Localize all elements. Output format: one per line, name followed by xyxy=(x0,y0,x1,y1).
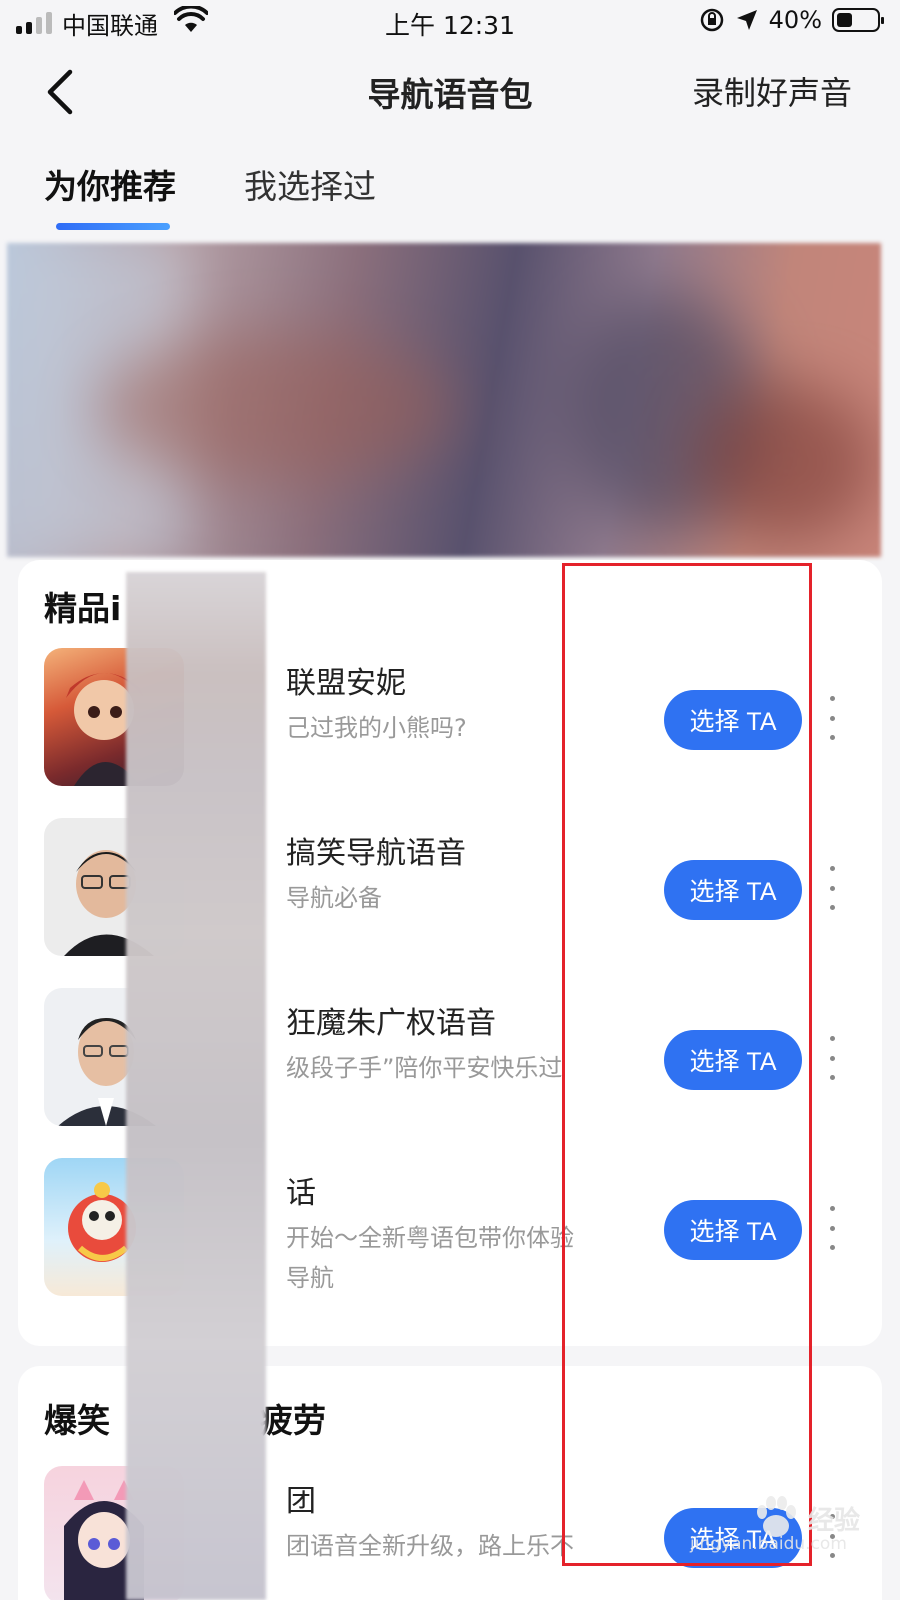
tab-label: 我选择过 xyxy=(244,167,376,206)
annotation-highlight-box xyxy=(562,563,812,1566)
section-title: 精品i xyxy=(44,589,122,628)
watermark-text: 经验 xyxy=(808,1506,861,1536)
privacy-blur-strip xyxy=(126,572,266,1600)
item-title: 联盟安妮 xyxy=(286,666,406,701)
item-title: 团 xyxy=(286,1484,316,1519)
status-bar: 中国联通 上午 12:31 40% xyxy=(0,0,900,46)
more-options-icon[interactable] xyxy=(822,1206,842,1250)
record-voice-button[interactable]: 录制好声音 xyxy=(692,68,852,114)
battery-fill xyxy=(837,13,852,27)
nav-bar: 导航语音包 录制好声音 xyxy=(0,60,900,120)
item-title: 搞笑导航语音 xyxy=(286,836,466,871)
more-options-icon[interactable] xyxy=(822,696,842,740)
watermark-url: jingyan.baidu.com xyxy=(690,1534,847,1554)
item-title: 话 xyxy=(286,1176,316,1211)
battery-percent: 40% xyxy=(768,6,822,34)
tab-label: 为你推荐 xyxy=(44,167,176,206)
more-options-icon[interactable] xyxy=(822,1036,842,1080)
status-right: 40% xyxy=(699,6,884,34)
tab-recommended[interactable]: 为你推荐 xyxy=(44,160,176,230)
location-arrow-icon xyxy=(736,10,757,30)
tab-history[interactable]: 我选择过 xyxy=(244,160,376,208)
rotation-lock-icon xyxy=(700,8,723,32)
promo-banner[interactable] xyxy=(7,243,881,557)
battery-icon xyxy=(832,8,884,32)
section-title-left: 爆笑 xyxy=(44,1401,110,1440)
tab-bar: 为你推荐 我选择过 xyxy=(44,160,376,230)
more-options-icon[interactable] xyxy=(822,866,842,910)
item-title: 狂魔朱广权语音 xyxy=(286,1006,496,1041)
section-title-right: 疲劳 xyxy=(260,1401,326,1440)
tab-indicator xyxy=(56,223,170,230)
